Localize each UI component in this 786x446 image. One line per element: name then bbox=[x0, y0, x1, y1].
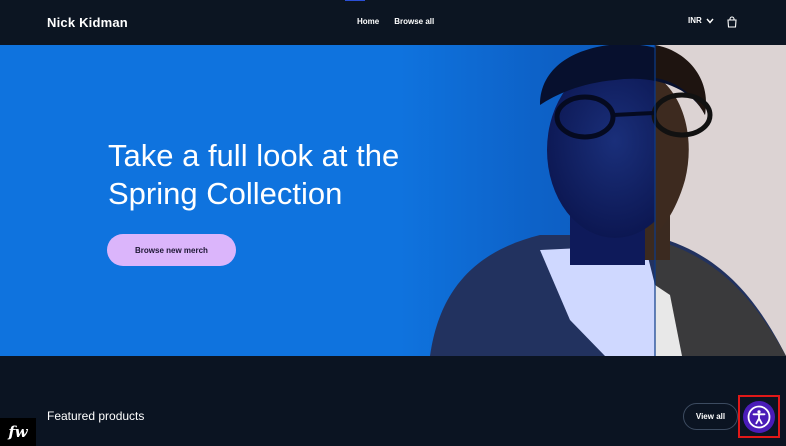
browse-new-merch-button[interactable]: Browse new merch bbox=[107, 234, 236, 266]
header-accent-line bbox=[345, 0, 365, 1]
currency-label: INR bbox=[688, 16, 702, 25]
nav-home-link[interactable]: Home bbox=[357, 17, 379, 26]
accessibility-button[interactable] bbox=[743, 400, 775, 433]
currency-selector[interactable]: INR bbox=[688, 16, 714, 25]
hero-banner: Take a full look at the Spring Collectio… bbox=[0, 45, 786, 356]
hero-title: Take a full look at the Spring Collectio… bbox=[108, 137, 488, 213]
view-all-button[interactable]: View all bbox=[683, 403, 738, 430]
accessibility-widget[interactable] bbox=[738, 395, 780, 438]
main-nav: Home Browse all bbox=[357, 17, 434, 26]
brand-name[interactable]: Nick Kidman bbox=[47, 15, 128, 30]
site-header: Nick Kidman Home Browse all INR bbox=[0, 0, 786, 45]
hero-title-line-2: Spring Collection bbox=[108, 176, 343, 211]
chevron-down-icon bbox=[706, 18, 714, 24]
featured-products-heading: Featured products bbox=[47, 409, 145, 423]
nav-browse-all-link[interactable]: Browse all bbox=[394, 17, 434, 26]
hero-title-line-1: Take a full look at the bbox=[108, 138, 400, 173]
accessibility-icon bbox=[747, 405, 771, 428]
fw-badge[interactable]: fw bbox=[0, 418, 36, 446]
bag-icon[interactable] bbox=[726, 16, 738, 28]
